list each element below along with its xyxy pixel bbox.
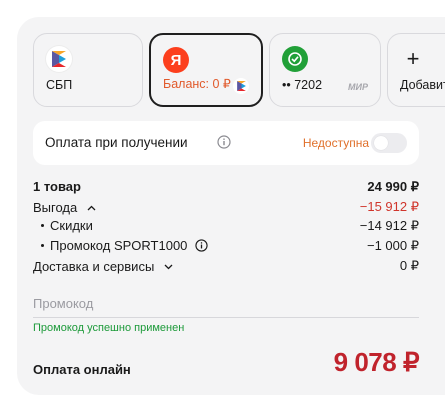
check-circle-icon: [282, 46, 308, 72]
delivery-label: Доставка и сервисы: [33, 259, 155, 274]
info-icon[interactable]: [217, 135, 231, 154]
summary-promo-row: Промокод SPORT1000 −1 000 ₽: [33, 238, 419, 256]
sbp-logo-icon: [46, 46, 72, 72]
benefit-value: −15 912 ₽: [359, 199, 419, 214]
bullet-icon: [41, 243, 44, 247]
discounts-label-wrap: Скидки: [33, 218, 93, 233]
payment-card-add[interactable]: + Добавить: [387, 33, 445, 107]
online-payment-label: Оплата онлайн: [33, 362, 131, 377]
plus-icon: +: [406, 46, 420, 71]
items-value: 24 990 ₽: [367, 179, 419, 194]
payment-card-bank[interactable]: •• 7202 МИР: [269, 33, 381, 107]
promo-code-input[interactable]: [33, 289, 419, 318]
toggle-knob: [374, 136, 388, 150]
info-icon[interactable]: [195, 239, 208, 255]
payment-card-sbp[interactable]: СБП: [33, 33, 143, 107]
items-label: 1 товар: [33, 179, 81, 194]
discounts-value: −14 912 ₽: [359, 218, 419, 233]
chevron-down-icon[interactable]: [164, 258, 173, 273]
chevron-up-icon[interactable]: [87, 199, 96, 214]
promo-label-wrap: Промокод SPORT1000: [33, 238, 208, 255]
payment-card-label: •• 7202: [282, 78, 323, 92]
delivery-label-wrap: Доставка и сервисы: [33, 258, 173, 274]
summary-benefit-row[interactable]: Выгода −15 912 ₽: [33, 199, 419, 217]
sbp-mini-icon: [233, 78, 249, 94]
discounts-label: Скидки: [50, 218, 93, 233]
delivery-value: 0 ₽: [399, 258, 419, 273]
yandex-logo-icon: Я: [163, 47, 189, 73]
benefit-label: Выгода: [33, 200, 78, 215]
cash-on-delivery-row: Оплата при получении Недоступна: [33, 121, 419, 165]
promo-code-label: Промокод SPORT1000: [50, 238, 188, 253]
bullet-icon: [41, 223, 44, 227]
cod-title: Оплата при получении: [45, 135, 188, 150]
promo-success-message: Промокод успешно применен: [33, 322, 185, 334]
payment-card-balance[interactable]: Я Баланс: 0 ₽: [149, 33, 263, 107]
total-amount: 9 078 ₽: [333, 347, 420, 377]
payment-card-label: Добавить: [400, 78, 445, 92]
payment-card-label: Баланс: 0 ₽: [163, 77, 231, 91]
promo-value: −1 000 ₽: [366, 238, 419, 253]
summary-delivery-row[interactable]: Доставка и сервисы 0 ₽: [33, 258, 419, 276]
summary-items-row: 1 товар 24 990 ₽: [33, 179, 419, 197]
checkout-panel: СБП Я Баланс: 0 ₽ •• 7202 МИР + Добави О…: [17, 17, 445, 395]
payment-methods: СБП Я Баланс: 0 ₽ •• 7202 МИР + Добави: [33, 33, 445, 107]
summary-discounts-row: Скидки −14 912 ₽: [33, 218, 419, 236]
payment-card-label: СБП: [46, 78, 73, 92]
cod-toggle[interactable]: [371, 133, 407, 153]
benefit-label-wrap: Выгода: [33, 199, 96, 215]
cod-status: Недоступна: [302, 136, 369, 150]
mir-network-logo: МИР: [348, 82, 368, 92]
